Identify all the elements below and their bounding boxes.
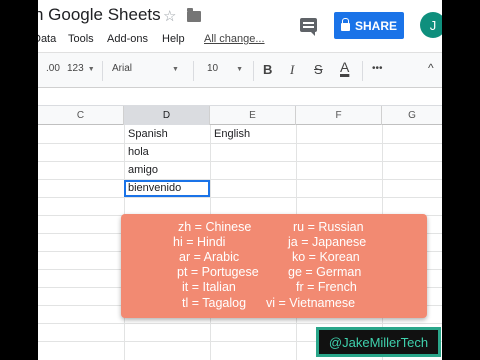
left-letterbox [0, 0, 38, 360]
toolbar-divider [253, 61, 254, 81]
font-size-dropdown[interactable]: 10 ▼ [207, 63, 243, 74]
column-header-f[interactable]: F [296, 106, 382, 125]
lang-code-item: tl = Tagalog [182, 296, 247, 310]
formula-bar[interactable] [38, 88, 442, 106]
font-family-label: Arial [112, 63, 133, 74]
cell-d1[interactable]: Spanish [128, 128, 168, 140]
last-edit-link[interactable]: All change... [204, 33, 265, 45]
title-bar: n Google Sheets ☆ SHARE J [38, 0, 442, 39]
column-header-d[interactable]: D [124, 106, 210, 125]
watermark-badge: @JakeMillerTech [316, 327, 441, 357]
lang-code-item: ar = Arabic [179, 250, 240, 264]
menu-help[interactable]: Help [162, 33, 185, 45]
menu-tools[interactable]: Tools [68, 33, 94, 45]
cell-e1[interactable]: English [214, 128, 250, 140]
chevron-down-icon: ▼ [87, 66, 95, 73]
column-header-g[interactable]: G [382, 106, 442, 125]
chevron-down-icon: ▼ [172, 66, 179, 73]
font-family-dropdown[interactable]: Arial ▼ [112, 63, 179, 74]
menu-bar: Data Tools Add-ons Help All change... [38, 31, 442, 49]
lang-code-item: ko = Korean [292, 250, 360, 264]
lang-code-item: fr = French [296, 280, 357, 294]
column-header-c[interactable]: C [38, 106, 124, 125]
folder-icon[interactable] [187, 8, 201, 22]
text-color-button[interactable]: A [340, 59, 349, 75]
lang-code-item: hi = Hindi [173, 235, 226, 249]
font-size-label: 10 [207, 63, 219, 74]
toolbar-divider [193, 61, 194, 81]
lock-icon [340, 18, 350, 31]
menu-data[interactable]: Data [38, 33, 56, 45]
number-format-dropdown[interactable]: 123 ▼ [67, 63, 95, 74]
language-code-card: zh = Chinese hi = Hindi ar = Arabic pt =… [121, 214, 427, 318]
bold-button[interactable]: B [263, 62, 272, 77]
column-header-row: C D E F G [38, 106, 442, 125]
lang-code-item: zh = Chinese [178, 220, 252, 234]
lang-code-item: ge = German [288, 265, 362, 279]
comments-icon[interactable] [300, 18, 317, 36]
lang-code-item: pt = Portugese [177, 265, 259, 279]
cell-d3[interactable]: amigo [128, 164, 158, 176]
lang-code-item: it = Italian [182, 280, 236, 294]
sheets-window: n Google Sheets ☆ SHARE J Data Tools Add… [38, 0, 442, 360]
toolbar-divider [102, 61, 103, 81]
lang-code-item: vi = Vietnamese [266, 296, 356, 310]
lang-code-item: ja = Japanese [288, 235, 367, 249]
menu-addons[interactable]: Add-ons [107, 33, 148, 45]
toolbar: .00 123 ▼ Arial ▼ 10 ▼ B I S A ••• ^ [38, 52, 442, 88]
cell-d2[interactable]: hola [128, 146, 149, 158]
strikethrough-button[interactable]: S [314, 62, 323, 77]
number-format-label: 123 [67, 63, 84, 74]
decimal-more-button[interactable]: .00 [46, 63, 60, 74]
toolbar-divider [362, 61, 363, 81]
italic-button[interactable]: I [290, 62, 294, 78]
right-letterbox [442, 0, 480, 360]
lang-code-item: ru = Russian [293, 220, 364, 234]
column-header-e[interactable]: E [210, 106, 296, 125]
star-icon[interactable]: ☆ [163, 7, 176, 25]
collapse-toolbar-button[interactable]: ^ [428, 61, 434, 75]
document-title[interactable]: n Google Sheets [38, 5, 161, 25]
chevron-down-icon: ▼ [236, 66, 244, 73]
cell-d4[interactable]: bienvenido [128, 182, 181, 194]
more-options-button[interactable]: ••• [372, 63, 383, 74]
